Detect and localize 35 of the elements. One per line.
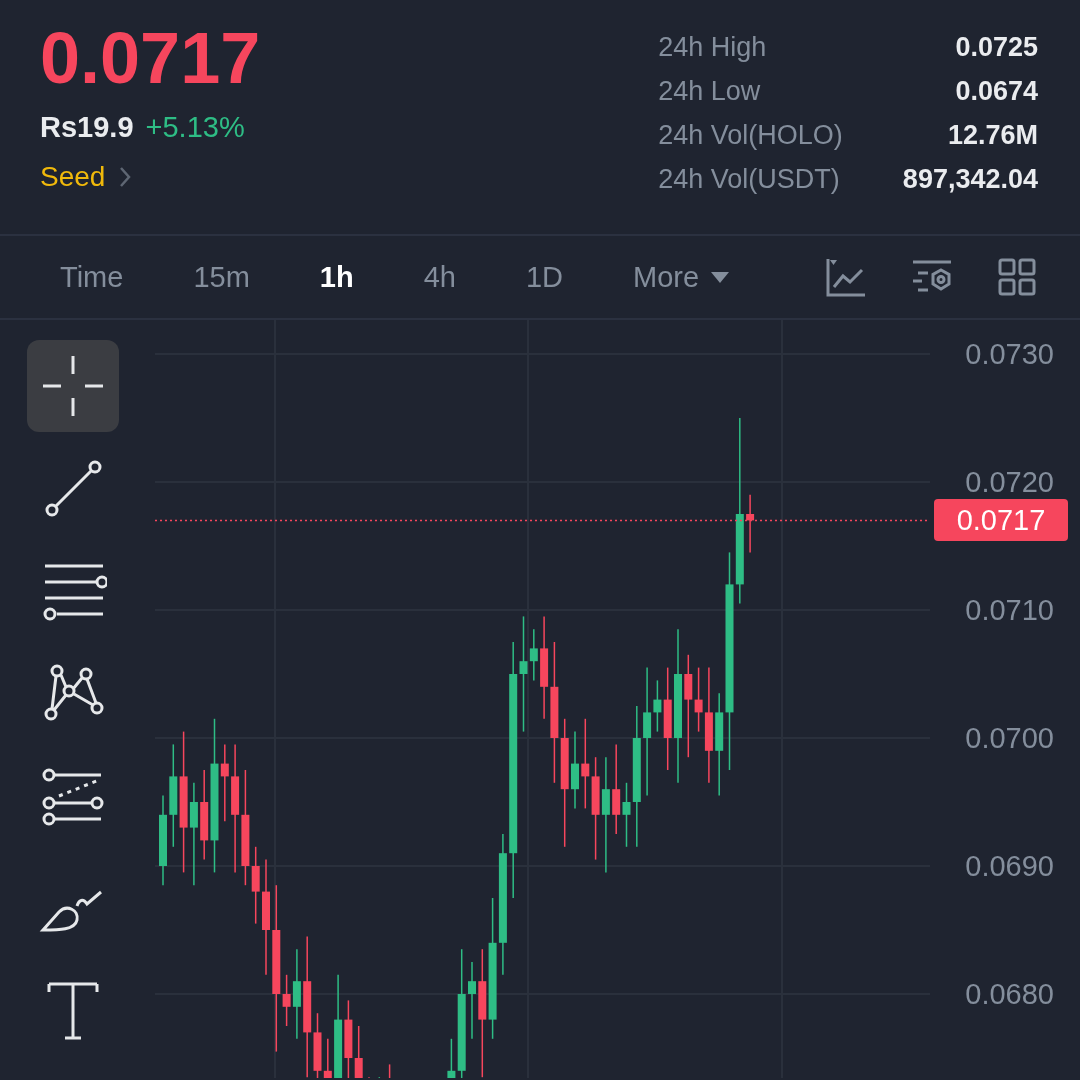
chevron-right-icon[interactable] [119,166,132,188]
price-axis-label: 0.0690 [965,849,1054,883]
stat-label: 24h Vol(HOLO) [658,119,843,152]
interval-tab[interactable]: 1D [505,254,583,300]
price-axis-label: 0.0710 [965,593,1054,627]
price-axis-label: 0.0730 [965,337,1054,371]
fiat-price: Rs19.9 [40,110,134,144]
interval-tab[interactable]: Time [40,254,144,300]
stat-value: 0.0674 [954,75,1038,108]
stat-label: 24h High [658,31,768,64]
candlestick [746,494,755,554]
price-axis-label: 0.0720 [965,465,1054,499]
crosshair-tool-button[interactable] [26,340,119,432]
stat-label: 24h Vol(USDT) [658,163,841,196]
price-axis-label: 0.0700 [965,721,1054,755]
seed-tag-link[interactable]: Seed [40,160,106,194]
price-axis-label: 0.0680 [965,977,1054,1011]
caret-down-icon [711,271,730,283]
grid-layout-icon[interactable] [998,258,1036,296]
interval-tab[interactable]: 15m [173,254,270,300]
price-change: +5.13% [145,110,245,144]
candlestick [388,1063,391,1078]
stat-value: 897,342.04 [902,163,1038,196]
stat-value: 12.76M [946,119,1038,152]
interval-tab[interactable]: 4h [403,254,476,300]
interval-tab[interactable]: 1h [299,254,374,300]
stat-label: 24h Low [658,75,762,108]
line-chart-icon[interactable] [826,257,866,297]
stat-value: 0.0725 [954,31,1038,64]
last-price: 0.0717 [40,18,261,98]
candlestick [368,1076,370,1078]
candlestick [378,1076,381,1078]
more-menu-tab[interactable]: More [613,254,750,300]
last-price-tag: 0.0717 [934,499,1068,542]
indicator-settings-icon[interactable] [912,259,952,295]
